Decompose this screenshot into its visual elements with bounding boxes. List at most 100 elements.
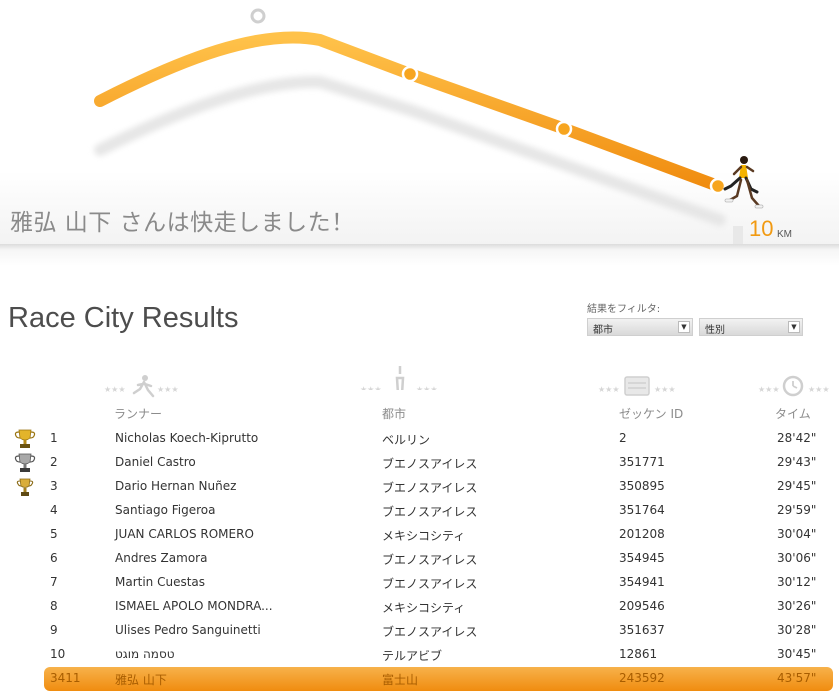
- gender-filter-select[interactable]: 性別 ▼: [699, 318, 803, 336]
- city-column-header: 都市: [382, 407, 407, 421]
- runner-name: ISMAEL APOLO MONDRA...: [115, 599, 273, 613]
- bib-id: 209546: [619, 599, 665, 613]
- split-marker: [401, 65, 419, 83]
- runner-name: Ulises Pedro Sanguinetti: [115, 623, 261, 637]
- svg-text:★★★: ★★★: [416, 385, 438, 390]
- rank: 3: [50, 479, 58, 493]
- city-filter-select[interactable]: 都市 ▼: [587, 318, 693, 336]
- finish-time: 30'28": [777, 623, 817, 637]
- silver-trophy-icon: [14, 453, 36, 472]
- rank: 10: [50, 647, 66, 661]
- finish-time: 29'43": [777, 455, 817, 469]
- rank: 9: [50, 623, 58, 637]
- results-title: Race City Results: [8, 302, 239, 334]
- city: メキシコシティ: [382, 601, 466, 615]
- runner-column-icon: ★★★ ★★★: [104, 375, 179, 398]
- split-marker: [250, 8, 266, 24]
- filter-label: 結果をフィルタ:: [587, 304, 661, 315]
- table-row[interactable]: 6 Andres Zamora ブエノスアイレス 354945 30'06": [0, 547, 839, 571]
- runner-name: Andres Zamora: [115, 551, 208, 565]
- runner-name: JUAN CARLOS ROMERO: [115, 527, 254, 541]
- finish-time: 43'57": [777, 671, 817, 685]
- city: ブエノスアイレス: [382, 481, 478, 495]
- city: 富士山: [382, 673, 419, 687]
- table-row[interactable]: 9 Ulises Pedro Sanguinetti ブエノスアイレス 3516…: [0, 619, 839, 643]
- bib-id: 2: [619, 431, 627, 445]
- city: ブエノスアイレス: [382, 625, 478, 639]
- runner-column-header: ランナー: [114, 407, 163, 421]
- bib-id: 354945: [619, 551, 665, 565]
- bib-id: 350895: [619, 479, 665, 493]
- rank: 8: [50, 599, 58, 613]
- city: ブエノスアイレス: [382, 553, 478, 567]
- bib-id: 351637: [619, 623, 665, 637]
- table-row[interactable]: 4 Santiago Figeroa ブエノスアイレス 351764 29'59…: [0, 499, 839, 523]
- finish-time: 30'06": [777, 551, 817, 565]
- city: ブエノスアイレス: [382, 577, 478, 591]
- rank: 2: [50, 455, 58, 469]
- svg-text:★★★: ★★★: [157, 385, 179, 394]
- runner-name: Martin Cuestas: [115, 575, 206, 589]
- table-row[interactable]: 10 טסמה מוגט テルアビブ 12861 30'45": [0, 643, 839, 667]
- bib-id: 201208: [619, 527, 665, 541]
- runner-name: Santiago Figeroa: [115, 503, 216, 517]
- rank: 1: [50, 431, 58, 445]
- runner-name: 雅弘 山下: [115, 673, 167, 687]
- chevron-down-icon[interactable]: ▼: [788, 321, 800, 333]
- svg-text:★★★: ★★★: [654, 385, 676, 394]
- finish-time: 30'04": [777, 527, 817, 541]
- finish-time: 30'45": [777, 647, 817, 661]
- city: ブエノスアイレス: [382, 505, 478, 519]
- svg-text:★★★: ★★★: [808, 385, 830, 394]
- city-filter-value: 都市: [593, 325, 613, 336]
- svg-text:★★★: ★★★: [598, 385, 620, 394]
- gender-filter-value: 性別: [705, 325, 725, 336]
- run-hero-panel: 雅弘 山下 さんは快走しました！ 10 KM: [0, 0, 839, 244]
- city: ブエノスアイレス: [382, 457, 478, 471]
- rank: 5: [50, 527, 58, 541]
- svg-text:★★★: ★★★: [758, 385, 780, 394]
- table-row[interactable]: 3 Dario Hernan Nuñez ブエノスアイレス 350895 29'…: [0, 475, 839, 499]
- distance-unit: KM: [777, 229, 792, 240]
- table-row[interactable]: 7 Martin Cuestas ブエノスアイレス 354941 30'12": [0, 571, 839, 595]
- bib-id: 354941: [619, 575, 665, 589]
- gold-trophy-icon: [14, 429, 36, 448]
- split-marker: [555, 120, 573, 138]
- table-row[interactable]: 8 ISMAEL APOLO MONDRA... メキシコシティ 209546 …: [0, 595, 839, 619]
- finish-time: 30'12": [777, 575, 817, 589]
- table-row[interactable]: 5 JUAN CARLOS ROMERO メキシコシティ 201208 30'0…: [0, 523, 839, 547]
- city: メキシコシティ: [382, 529, 466, 543]
- chevron-down-icon[interactable]: ▼: [678, 321, 690, 333]
- bib-column-header: ゼッケン ID: [619, 407, 684, 421]
- finish-marker: [709, 177, 727, 195]
- bib-id: 351771: [619, 455, 665, 469]
- rank: 3411: [50, 671, 81, 685]
- finish-time: 28'42": [777, 431, 817, 445]
- runner-name: Daniel Castro: [115, 455, 196, 469]
- svg-text:★★★: ★★★: [104, 385, 126, 394]
- table-row[interactable]: 1 Nicholas Koech-Kiprutto ベルリン 2 28'42": [0, 427, 839, 451]
- runner-icon: [723, 156, 764, 209]
- finish-time: 29'59": [777, 503, 817, 517]
- rank: 6: [50, 551, 58, 565]
- bronze-trophy-icon: [16, 478, 34, 496]
- svg-text:★★★: ★★★: [360, 385, 382, 390]
- city: ベルリン: [382, 433, 431, 447]
- table-row[interactable]: 2 Daniel Castro ブエノスアイレス 351771 29'43": [0, 451, 839, 475]
- rank: 7: [50, 575, 58, 589]
- time-column-header: タイム: [775, 407, 811, 421]
- congrats-message: 雅弘 山下 さんは快走しました！: [10, 210, 355, 236]
- tower-column-icon: ★★★ ★★★: [360, 366, 438, 390]
- runner-name: Dario Hernan Nuñez: [115, 479, 237, 493]
- runner-name: טסמה מוגט: [115, 647, 175, 661]
- runner-name: Nicholas Koech-Kiprutto: [115, 431, 259, 445]
- bib-column-icon: ★★★ ★★★: [598, 376, 676, 396]
- section-divider: [0, 244, 839, 266]
- rank: 4: [50, 503, 58, 517]
- finish-post: [733, 226, 743, 244]
- stopwatch-column-icon: ★★★ ★★★: [758, 375, 830, 397]
- my-result-row[interactable]: 3411 雅弘 山下 富士山 243592 43'57": [44, 667, 833, 691]
- bib-id: 12861: [619, 647, 658, 661]
- bib-id: 351764: [619, 503, 665, 517]
- city: テルアビブ: [382, 649, 443, 663]
